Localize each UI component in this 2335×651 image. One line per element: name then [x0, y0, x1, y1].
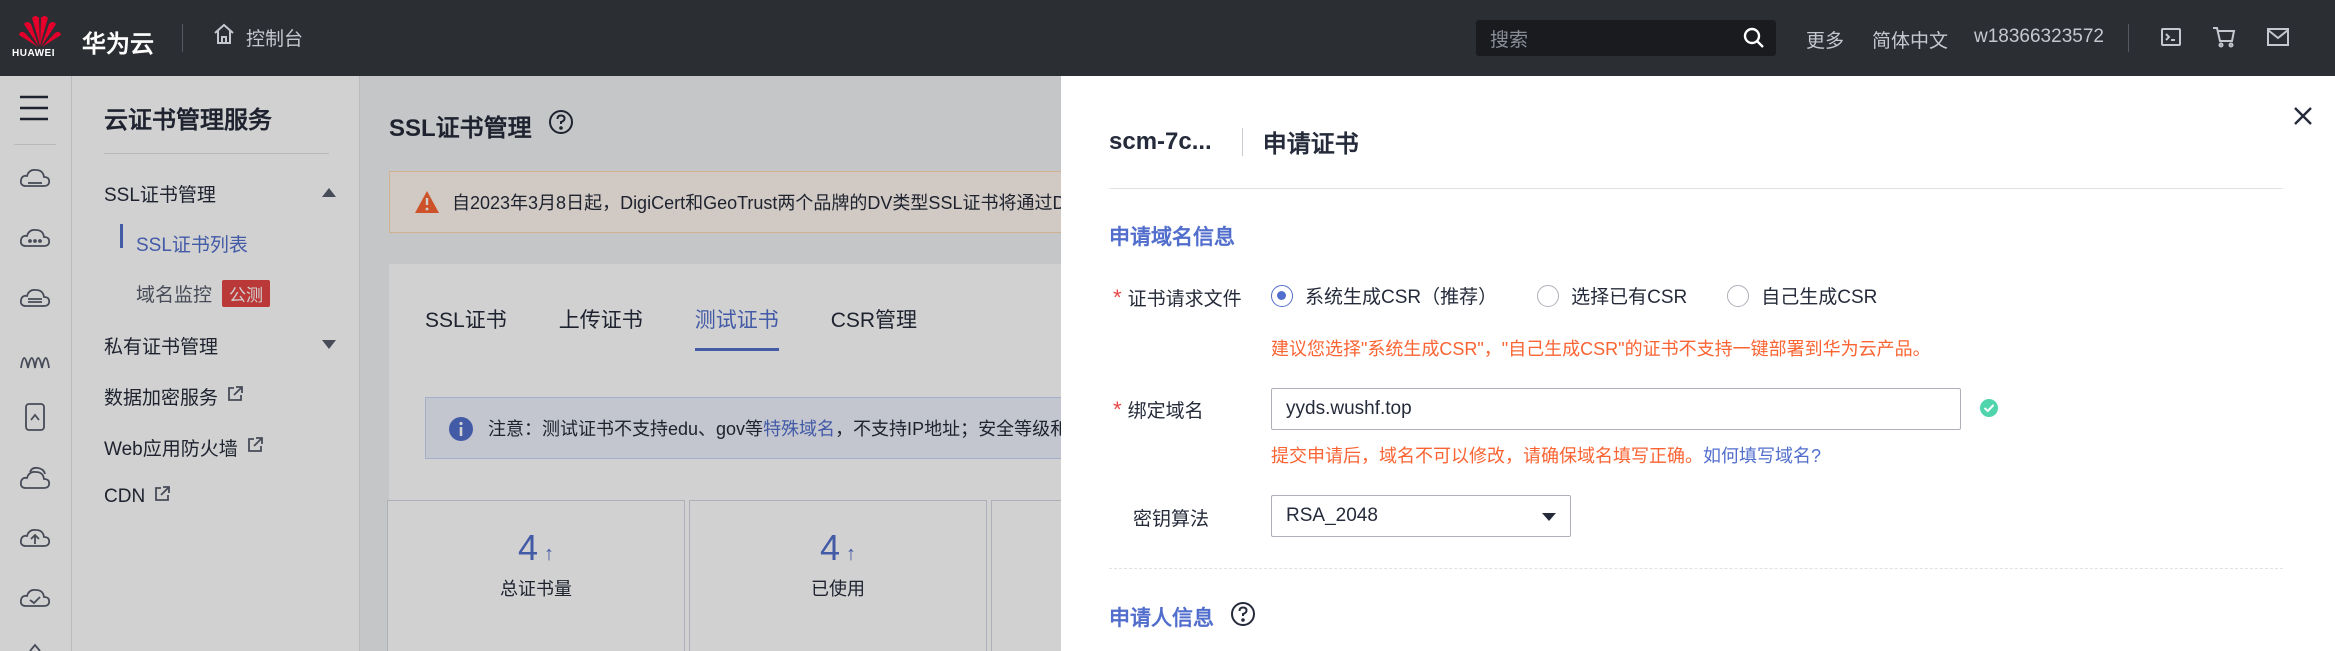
cloud-shell-icon[interactable] — [2160, 26, 2182, 54]
section-title: 申请域名信息 — [1109, 226, 1235, 249]
help-icon[interactable] — [1230, 601, 1256, 633]
radio-label: 自己生成CSR — [1761, 287, 1878, 308]
how-to-fill-domain-link[interactable]: 如何填写域名? — [1703, 446, 1821, 466]
search-icon[interactable] — [1742, 26, 1766, 56]
radio-unchecked[interactable] — [1727, 284, 1750, 307]
csr-field-label: * 证书请求文件 — [1113, 284, 1242, 311]
domain-value: yyds.wushf.top — [1286, 398, 1412, 419]
search-input[interactable]: 搜索 — [1476, 20, 1776, 56]
section-applicant-info: 申请人信息 — [1109, 601, 1256, 633]
divider — [182, 24, 183, 52]
algo-field-label: 密钥算法 — [1133, 509, 1210, 530]
message-icon[interactable] — [2266, 26, 2290, 54]
domain-field-label: * 绑定域名 — [1113, 396, 1204, 423]
home-icon — [212, 22, 236, 52]
domain-hint-text: 提交申请后，域名不可以修改，请确保域名填写正确。 — [1271, 446, 1703, 466]
radio-checked[interactable] — [1271, 284, 1293, 307]
radio-existing-csr[interactable]: 选择已有CSR — [1537, 282, 1687, 309]
required-mark: * — [1113, 285, 1122, 310]
brand-name[interactable]: 华为云 — [82, 24, 154, 59]
check-circle-icon — [1979, 398, 1999, 424]
radio-label: 选择已有CSR — [1571, 287, 1688, 308]
radio-label: 系统生成CSR（推荐） — [1305, 287, 1498, 308]
select-value: RSA_2048 — [1286, 505, 1378, 526]
top-navbar: HUAWEI 华为云 控制台 搜索 更多 简体中文 w18366323572 — [0, 0, 2335, 76]
domain-label-text: 绑定域名 — [1127, 401, 1204, 422]
domain-hint: 提交申请后，域名不可以修改，请确保域名填写正确。如何填写域名? — [1271, 442, 1821, 468]
drawer-header: scm-7c... 申请证书 — [1109, 124, 1359, 159]
key-algorithm-select[interactable]: RSA_2048 — [1271, 495, 1571, 537]
divider — [2128, 24, 2129, 52]
section-title: 申请人信息 — [1109, 607, 1214, 630]
radio-system-csr[interactable]: 系统生成CSR（推荐） — [1271, 282, 1497, 309]
section-domain-info: 申请域名信息 — [1109, 221, 1235, 251]
cart-icon[interactable] — [2212, 26, 2236, 54]
search-placeholder: 搜索 — [1490, 29, 1529, 51]
logo-wordmark: HUAWEI — [12, 48, 55, 59]
csr-hint: 建议您选择"系统生成CSR"，"自己生成CSR"的证书不支持一键部署到华为云产品… — [1271, 339, 1931, 359]
more-link[interactable]: 更多 — [1806, 26, 1844, 53]
chevron-down-icon — [1542, 513, 1556, 521]
csr-label-text: 证书请求文件 — [1127, 289, 1242, 310]
apply-cert-drawer: scm-7c... 申请证书 申请域名信息 * 证书请求文件 系统生成CSR（推荐… — [1061, 76, 2335, 651]
language-switch[interactable]: 简体中文 — [1872, 26, 1948, 53]
console-link[interactable]: 控制台 — [212, 22, 303, 52]
csr-radio-group: 系统生成CSR（推荐） 选择已有CSR 自己生成CSR — [1271, 282, 1917, 309]
radio-own-csr[interactable]: 自己生成CSR — [1727, 282, 1877, 309]
domain-input[interactable]: yyds.wushf.top — [1271, 388, 1961, 430]
divider — [1109, 568, 2283, 569]
required-mark: * — [1113, 397, 1122, 422]
user-account[interactable]: w18366323572 — [1974, 26, 2104, 48]
divider — [1109, 188, 2283, 189]
radio-unchecked[interactable] — [1537, 284, 1560, 307]
console-label: 控制台 — [246, 28, 304, 50]
close-icon[interactable] — [2293, 102, 2313, 132]
cert-id: scm-7c... — [1109, 127, 1243, 156]
drawer-title: 申请证书 — [1262, 131, 1359, 158]
